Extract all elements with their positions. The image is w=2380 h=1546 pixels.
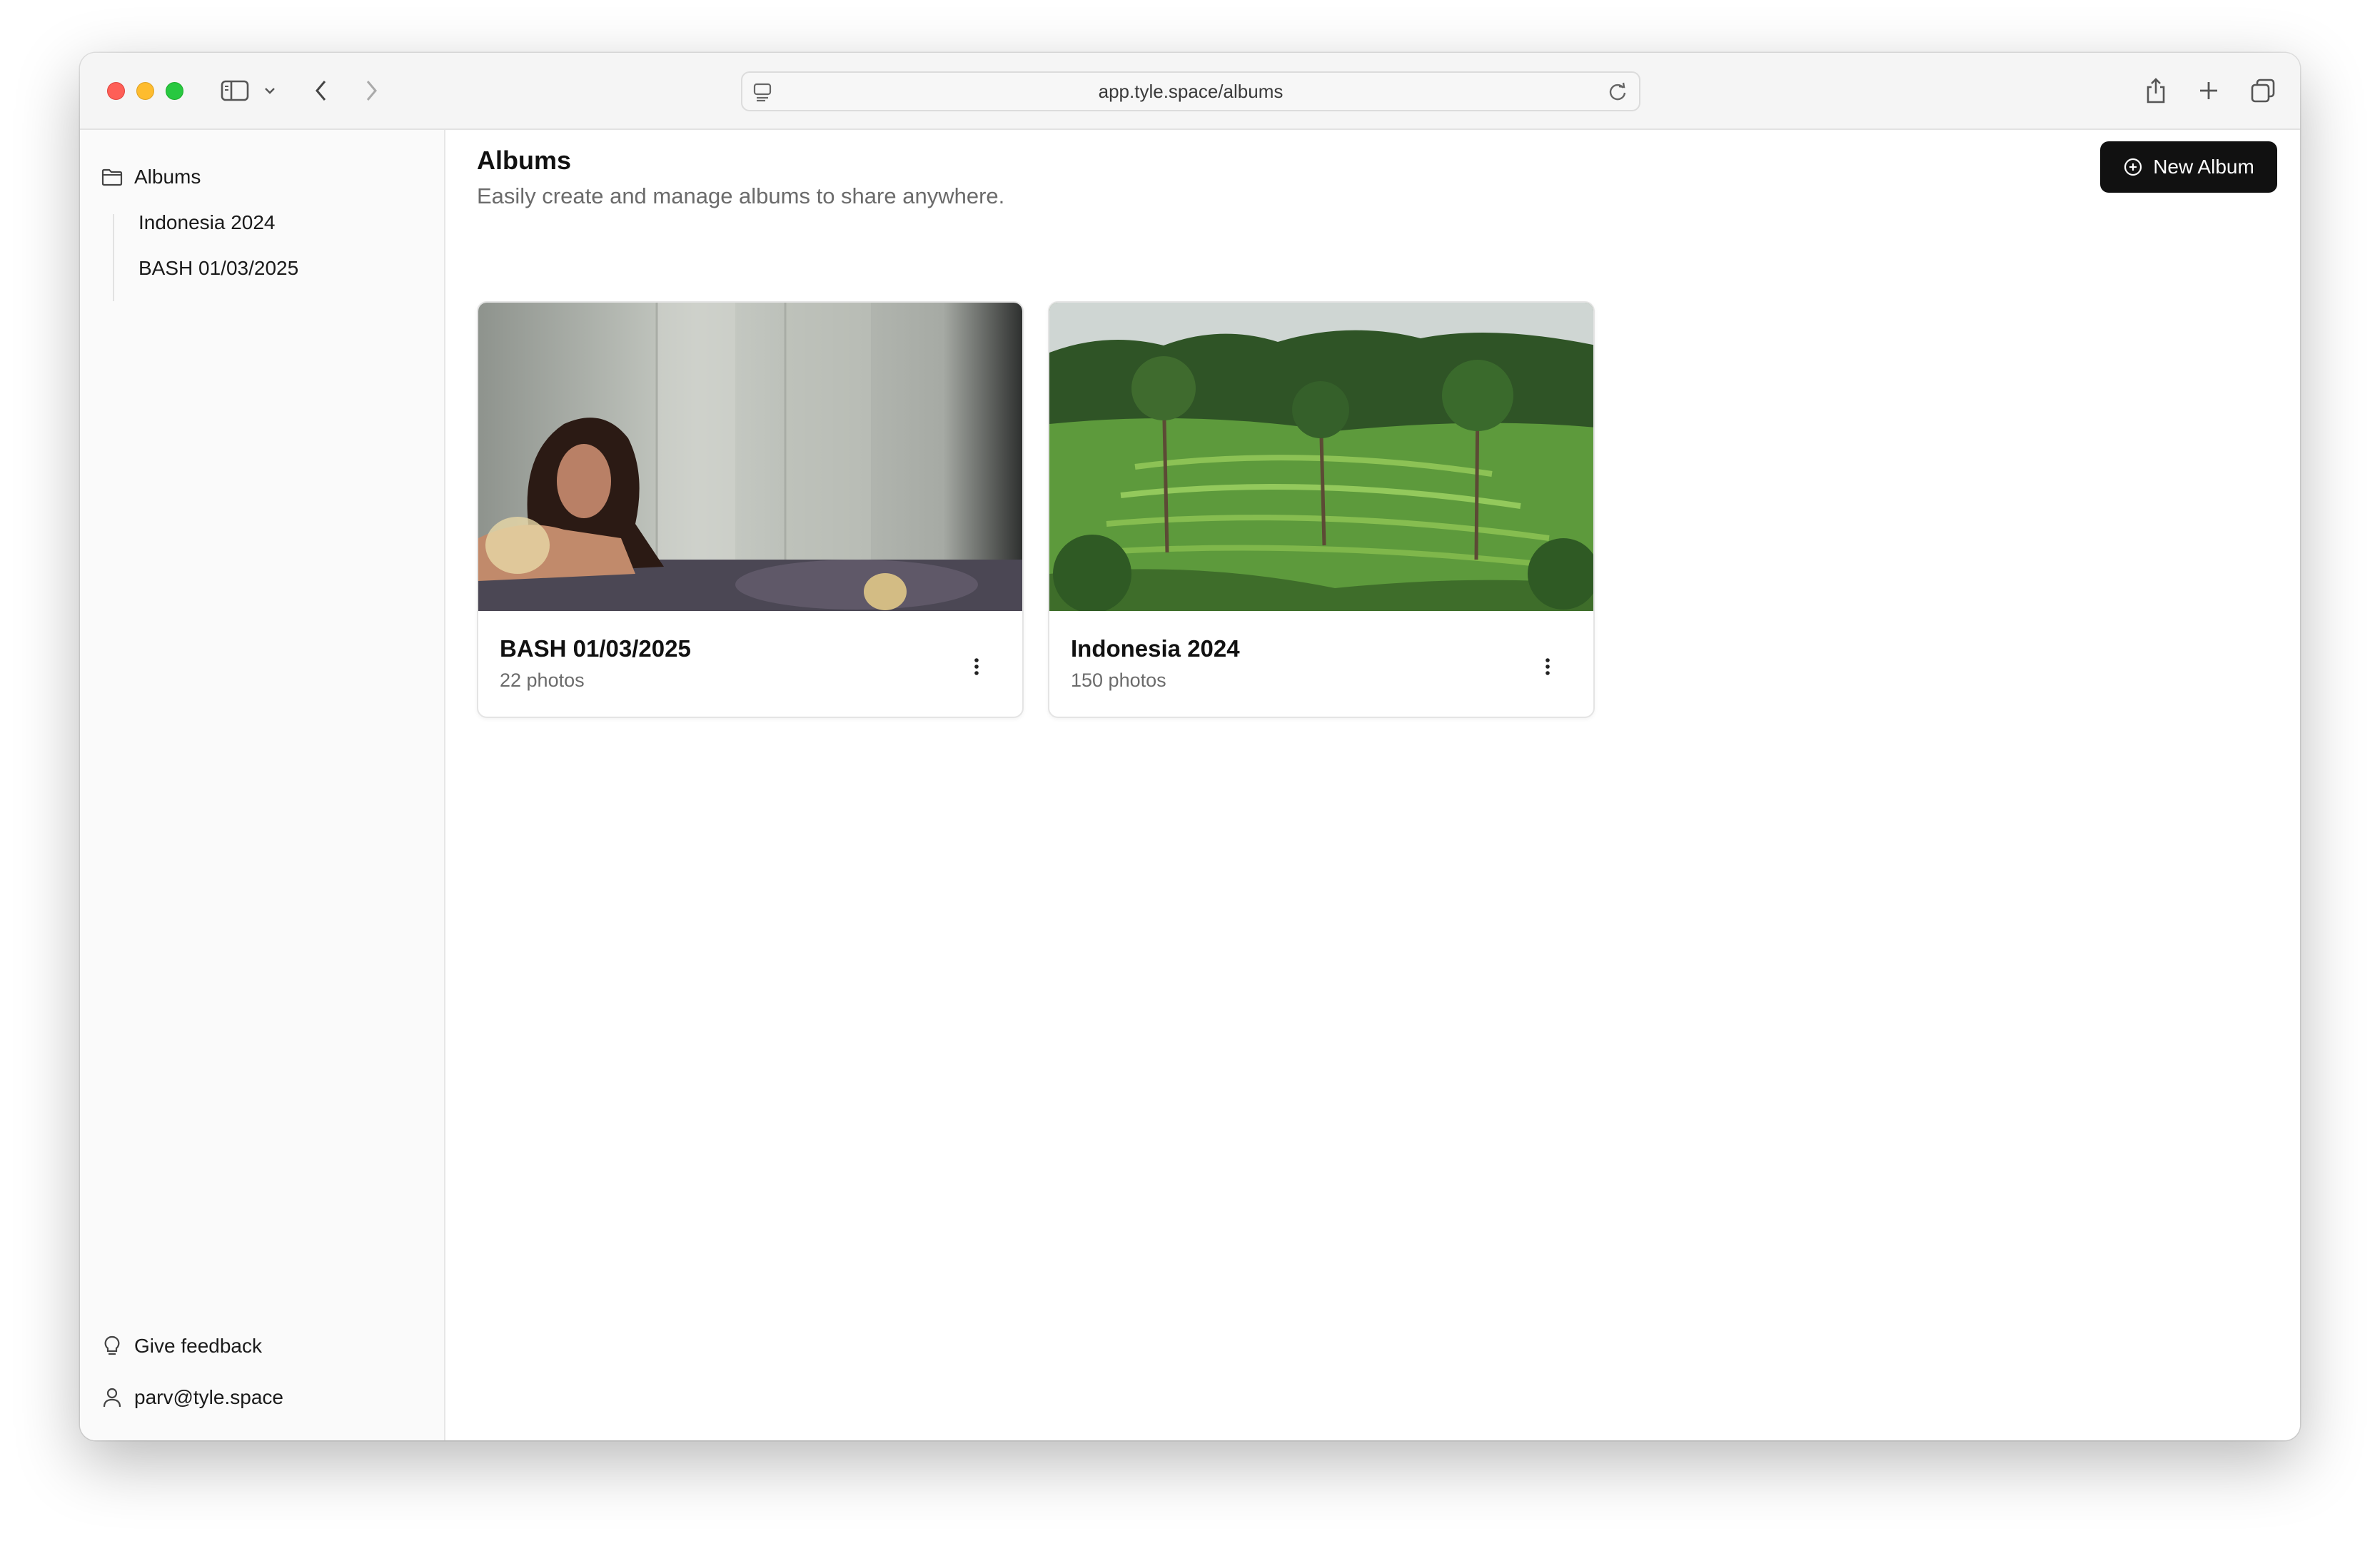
album-title: BASH 01/03/2025 (500, 635, 691, 662)
share-icon[interactable] (2142, 74, 2170, 107)
lightbulb-icon (104, 1335, 120, 1355)
chevron-down-icon[interactable] (261, 74, 278, 107)
sidebar: Albums Indonesia 2024 BASH 01/03/2025 Gi… (80, 130, 445, 1440)
sidebar-item-label: BASH 01/03/2025 (138, 257, 299, 279)
give-feedback-label: Give feedback (134, 1335, 262, 1357)
sidebar-item-bash[interactable]: BASH 01/03/2025 (138, 257, 298, 280)
main-content: Albums Easily create and manage albums t… (447, 130, 2300, 1440)
album-photo-count: 150 photos (1071, 670, 1166, 691)
user-email: parv@tyle.space (134, 1386, 283, 1408)
new-tab-plus-icon[interactable] (2194, 74, 2223, 107)
back-chevron-left-icon[interactable] (307, 74, 336, 107)
folder-icon (101, 168, 123, 186)
more-vertical-icon[interactable] (967, 652, 987, 681)
new-album-label: New Album (2153, 156, 2254, 178)
album-cover-image[interactable] (1049, 303, 1593, 611)
close-window-button[interactable] (107, 82, 125, 100)
user-account[interactable]: parv@tyle.space (101, 1386, 283, 1409)
page-subtitle: Easily create and manage albums to share… (477, 183, 1005, 208)
sidebar-item-label: Albums (134, 166, 201, 188)
browser-toolbar: app.tyle.space/albums (80, 53, 2300, 130)
give-feedback-link[interactable]: Give feedback (101, 1335, 262, 1358)
sidebar-item-albums[interactable]: Albums (101, 166, 201, 188)
minimize-window-button[interactable] (136, 82, 154, 100)
sidebar-item-label: Indonesia 2024 (138, 211, 276, 233)
sidebar-toggle-icon[interactable] (218, 74, 251, 107)
plus-circle-icon (2124, 158, 2142, 176)
url-text[interactable]: app.tyle.space/albums (742, 73, 1639, 110)
address-bar[interactable]: app.tyle.space/albums (741, 71, 1640, 111)
more-vertical-icon[interactable] (1538, 652, 1558, 681)
reload-icon[interactable] (1608, 81, 1629, 106)
sidebar-item-indonesia-2024[interactable]: Indonesia 2024 (138, 211, 276, 234)
album-card-indonesia[interactable]: Indonesia 2024 150 photos (1048, 301, 1595, 718)
user-icon (103, 1388, 121, 1408)
tree-guide-line (113, 214, 114, 301)
album-title: Indonesia 2024 (1071, 635, 1240, 662)
album-photo-count: 22 photos (500, 670, 585, 691)
browser-window: app.tyle.space/albums Albums Indonesia 2… (80, 53, 2300, 1440)
forward-chevron-right-icon[interactable] (357, 74, 385, 107)
zoom-window-button[interactable] (166, 82, 183, 100)
tabs-overview-icon[interactable] (2249, 74, 2277, 107)
page-title: Albums (477, 146, 572, 175)
album-cover-image[interactable] (478, 303, 1022, 611)
album-card-bash[interactable]: BASH 01/03/2025 22 photos (477, 301, 1024, 718)
new-album-button[interactable]: New Album (2100, 141, 2277, 193)
